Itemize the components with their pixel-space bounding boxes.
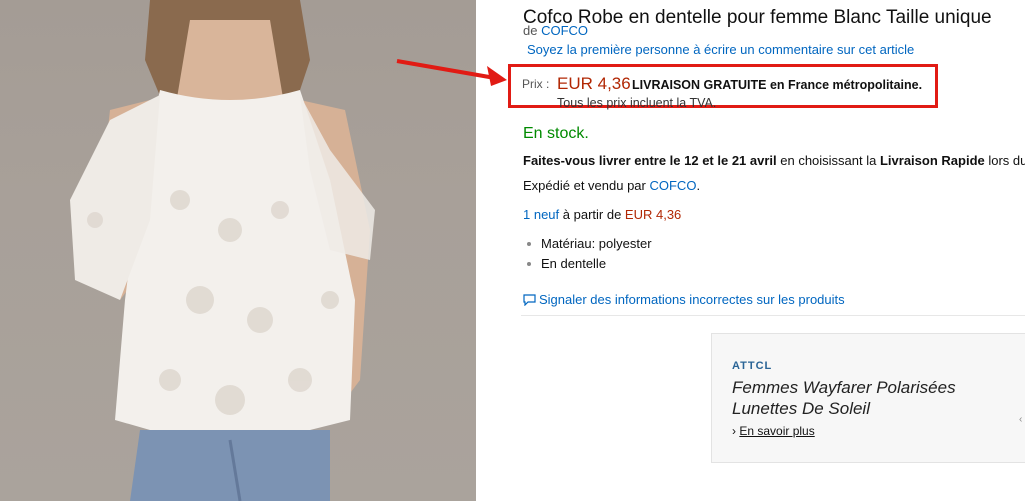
product-title: Cofco Robe en dentelle pour femme Blanc … xyxy=(523,6,992,28)
brand-line: de COFCO xyxy=(523,23,588,38)
offers-middle: à partir de xyxy=(559,207,625,222)
offers-price: EUR 4,36 xyxy=(624,207,682,222)
seller-link[interactable]: COFCO xyxy=(649,178,696,193)
brand-link[interactable]: COFCO xyxy=(541,23,588,38)
speech-bubble-icon xyxy=(523,294,536,309)
feature-bullets: Matériau: polyester En dentelle xyxy=(523,236,652,276)
feature-item: Matériau: polyester xyxy=(523,236,652,256)
ad-brand: ATTCL xyxy=(732,360,773,372)
sold-by-suffix: . xyxy=(696,178,701,193)
delivery-mid: en choisissant la xyxy=(776,153,880,168)
delivery-dates: Faites-vous livrer entre le 12 et le 21 … xyxy=(523,153,777,168)
price-value: EUR 4,36 xyxy=(557,74,631,93)
ad-headline[interactable]: Femmes Wayfarer Polarisées Lunettes De S… xyxy=(732,377,956,419)
new-offers-link[interactable]: 1 neuf xyxy=(523,207,559,222)
report-link[interactable]: Signaler des informations incorrectes su… xyxy=(539,292,845,307)
chevron-right-icon: › xyxy=(732,424,736,438)
ad-cta-label[interactable]: En savoir plus xyxy=(739,424,814,438)
ad-headline-line-2[interactable]: Lunettes De Soleil xyxy=(732,398,956,419)
feature-item: En dentelle xyxy=(523,256,652,276)
write-review-link[interactable]: Soyez la première personne à écrire un c… xyxy=(527,42,914,57)
sold-by-prefix: Expédié et vendu par xyxy=(523,178,650,193)
ad-headline-line-1[interactable]: Femmes Wayfarer Polarisées xyxy=(732,377,956,398)
price-label: Prix : xyxy=(522,77,550,91)
delivery-option: Livraison Rapide xyxy=(879,153,985,168)
annotation-arrow-icon xyxy=(396,59,507,86)
carousel-next-icon[interactable]: ‹ xyxy=(1019,414,1022,425)
brand-prefix: de xyxy=(523,23,538,38)
free-shipping-text: LIVRAISON GRATUITE en France métropolita… xyxy=(632,78,923,92)
report-incorrect-info[interactable]: Signaler des informations incorrectes su… xyxy=(523,292,845,309)
delivery-tail: lors du xyxy=(984,153,1025,168)
offers-line: 1 neuf à partir de EUR 4,36 xyxy=(523,207,681,222)
delivery-info: Faites-vous livrer entre le 12 et le 21 … xyxy=(523,153,1025,168)
vat-note: Tous les prix incluent la TVA. xyxy=(557,96,717,110)
sold-by: Expédié et vendu par COFCO. xyxy=(523,178,700,193)
ad-learn-more-link[interactable]: › En savoir plus xyxy=(732,424,815,438)
section-divider xyxy=(521,315,1025,316)
stock-status: En stock. xyxy=(523,125,589,142)
